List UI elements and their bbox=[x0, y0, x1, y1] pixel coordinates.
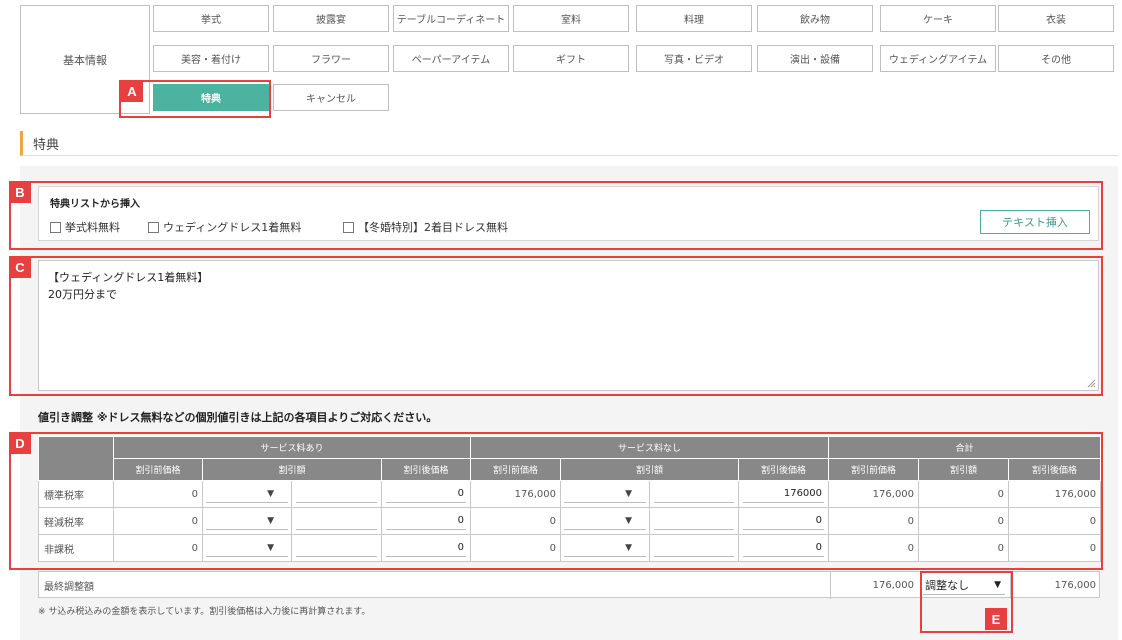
nav-item-beauty[interactable]: 美容・着付け bbox=[153, 45, 269, 72]
callout-label-b: B bbox=[9, 181, 31, 203]
final-pre-price: 176,000 bbox=[830, 572, 918, 599]
callout-label-a: A bbox=[121, 80, 143, 102]
nav-item-gift[interactable]: ギフト bbox=[513, 45, 629, 72]
callout-box-b bbox=[9, 181, 1103, 250]
nav-item-production[interactable]: 演出・設備 bbox=[757, 45, 873, 72]
callout-label-d: D bbox=[9, 432, 31, 454]
nav-item-cancel[interactable]: キャンセル bbox=[273, 84, 389, 111]
nav-item-other[interactable]: その他 bbox=[998, 45, 1114, 72]
nav-basic-info-label: 基本情報 bbox=[63, 53, 107, 67]
nav-item-flower[interactable]: フラワー bbox=[273, 45, 389, 72]
discount-heading: 値引き調整 ※ドレス無料などの個別値引きは上記の各項目よりご対応ください。 bbox=[38, 411, 438, 424]
callout-box-d bbox=[9, 432, 1103, 570]
footnote: ※ サ込み税込みの金額を表示しています。割引後価格は入力後に再計算されます。 bbox=[38, 607, 371, 617]
callout-box-c bbox=[9, 256, 1103, 396]
nav-item-ceremony[interactable]: 挙式 bbox=[153, 5, 269, 32]
final-adjustment-label: 最終調整額 bbox=[44, 582, 94, 593]
nav-item-wedding-item[interactable]: ウェディングアイテム bbox=[880, 45, 996, 72]
section-title: 特典 bbox=[20, 131, 1118, 156]
nav-item-costume[interactable]: 衣装 bbox=[998, 5, 1114, 32]
nav-item-drinks[interactable]: 飲み物 bbox=[757, 5, 873, 32]
nav-item-reception[interactable]: 披露宴 bbox=[273, 5, 389, 32]
final-post-price: 176,000 bbox=[1010, 572, 1101, 599]
nav-item-paper[interactable]: ペーパーアイテム bbox=[393, 45, 509, 72]
callout-label-e: E bbox=[985, 608, 1007, 630]
callout-label-c: C bbox=[9, 256, 31, 278]
nav-item-cuisine[interactable]: 料理 bbox=[636, 5, 752, 32]
nav-item-photo-video[interactable]: 写真・ビデオ bbox=[636, 45, 752, 72]
nav-item-table-coordinate[interactable]: テーブルコーディネート bbox=[393, 5, 509, 32]
nav-item-room-fee[interactable]: 室料 bbox=[513, 5, 629, 32]
nav-item-cake[interactable]: ケーキ bbox=[880, 5, 996, 32]
section-title-text: 特典 bbox=[33, 137, 60, 153]
